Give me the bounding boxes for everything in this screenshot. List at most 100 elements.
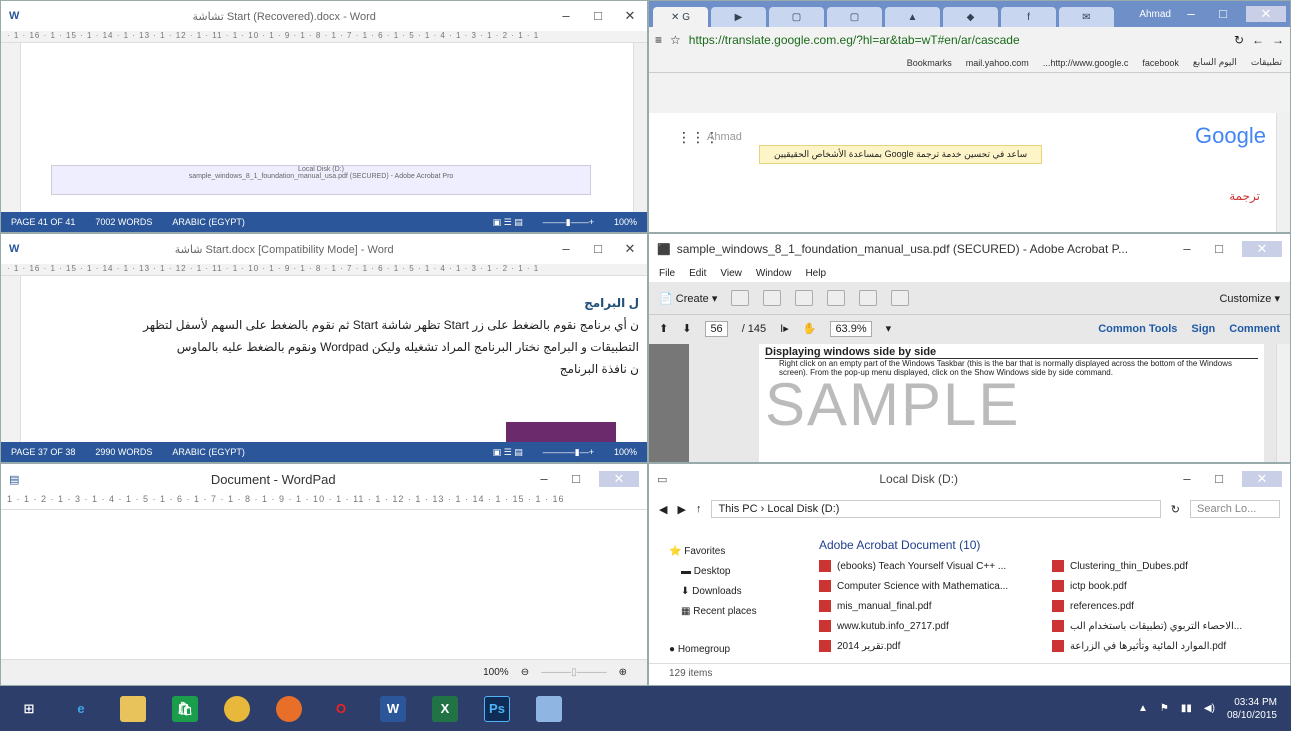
maximize-icon[interactable]: □ <box>589 241 607 257</box>
address-path[interactable]: This PC › Local Disk (D:) <box>711 500 1161 518</box>
close-icon[interactable]: ✕ <box>1242 241 1282 257</box>
search-box[interactable]: Search Lo... <box>1190 500 1280 518</box>
account-name[interactable]: Ahmad <box>707 131 742 143</box>
menu-help[interactable]: Help <box>805 268 826 279</box>
select-tool-icon[interactable]: I▸ <box>780 322 789 335</box>
bookmark[interactable]: Bookmarks <box>907 58 952 68</box>
hand-tool-icon[interactable]: ✋ <box>803 322 817 335</box>
file-item[interactable]: (ebooks) Teach Yourself Visual C++ ... <box>819 556 1032 576</box>
vertical-scrollbar[interactable] <box>633 43 647 212</box>
next-page-icon[interactable]: ⬇ <box>682 322 691 335</box>
minimize-icon[interactable]: – <box>557 8 575 24</box>
bookmark[interactable]: mail.yahoo.com <box>966 58 1029 68</box>
network-icon[interactable]: ▮▮ <box>1181 703 1192 714</box>
save-icon[interactable] <box>763 290 782 306</box>
nav-recent[interactable]: ▦ Recent places <box>669 602 799 622</box>
taskbar-chrome[interactable] <box>214 689 260 729</box>
email-icon[interactable] <box>891 290 910 306</box>
flag-icon[interactable]: ⚑ <box>1160 703 1169 714</box>
page-count[interactable]: PAGE 37 OF 38 <box>11 447 75 457</box>
start-button[interactable]: ⊞ <box>6 689 52 729</box>
file-item[interactable]: mis_manual_final.pdf <box>819 596 1032 616</box>
taskbar-paint[interactable] <box>526 689 572 729</box>
zoom-level[interactable]: 100% <box>614 447 637 457</box>
file-item[interactable]: references.pdf <box>1052 596 1270 616</box>
customize-button[interactable]: Customize ▾ <box>1219 292 1280 305</box>
star-icon[interactable]: ☆ <box>670 33 681 47</box>
minimize-icon[interactable]: – <box>1178 471 1196 487</box>
clock[interactable]: 03:34 PM 08/10/2015 <box>1227 696 1277 722</box>
taskbar-word[interactable]: W <box>370 689 416 729</box>
cloud-icon[interactable] <box>795 290 814 306</box>
close-icon[interactable]: ✕ <box>599 471 639 487</box>
zoom-slider[interactable]: –——▮——+ <box>543 217 594 228</box>
minimize-icon[interactable]: – <box>1178 241 1196 257</box>
group-header[interactable]: Adobe Acrobat Document (10) <box>819 538 1270 552</box>
file-item[interactable]: الاحصاء التربوي (تطبيقات باستخدام الب... <box>1052 616 1270 636</box>
forward-icon[interactable]: ▶ <box>677 503 685 516</box>
taskbar-explorer[interactable] <box>110 689 156 729</box>
bookmark[interactable]: تطبيقات <box>1251 57 1282 68</box>
up-icon[interactable]: ↑ <box>696 503 702 515</box>
taskbar-excel[interactable]: X <box>422 689 468 729</box>
browser-tab[interactable]: f <box>1001 7 1056 27</box>
maximize-icon[interactable]: □ <box>1214 6 1232 22</box>
acrobat-window[interactable]: ⬛ sample_windows_8_1_foundation_manual_us… <box>648 233 1291 463</box>
word-window-2[interactable]: W شاشة Start.docx [Compatibility Mode] - … <box>0 233 648 463</box>
file-item[interactable]: ictp book.pdf <box>1052 576 1270 596</box>
maximize-icon[interactable]: □ <box>589 8 607 24</box>
minimize-icon[interactable]: – <box>1182 6 1200 22</box>
print-icon[interactable] <box>827 290 846 306</box>
view-icons[interactable]: ▣ ☰ ▤ <box>493 447 523 458</box>
menu-window[interactable]: Window <box>756 268 792 279</box>
zoom-slider[interactable]: ———▯——— <box>541 667 607 678</box>
page-input[interactable]: 56 <box>705 320 728 337</box>
maximize-icon[interactable]: □ <box>1210 241 1228 257</box>
document-body[interactable]: ل البرامج ن أي برنامج نقوم بالضغط على زر… <box>27 292 639 380</box>
minimize-icon[interactable]: – <box>535 471 553 487</box>
bookmark[interactable]: http://www.google.c... <box>1043 58 1129 68</box>
back-icon[interactable]: ◀ <box>659 503 667 516</box>
prev-page-icon[interactable]: ⬆ <box>659 322 668 335</box>
refresh-icon[interactable]: ↻ <box>1171 503 1180 516</box>
comment-button[interactable]: Comment <box>1229 323 1280 335</box>
file-item[interactable]: Clustering_thin_Dubes.pdf <box>1052 556 1270 576</box>
vertical-scrollbar[interactable] <box>1276 344 1290 462</box>
taskbar-store[interactable]: 🛍 <box>162 689 208 729</box>
browser-tab[interactable]: ▶ <box>711 7 766 27</box>
maximize-icon[interactable]: □ <box>1210 471 1228 487</box>
view-icons[interactable]: ▣ ☰ ▤ <box>493 217 523 228</box>
zoom-slider[interactable]: –———▮—+ <box>543 447 594 458</box>
menu-edit[interactable]: Edit <box>689 268 706 279</box>
taskbar-opera[interactable]: O <box>318 689 364 729</box>
file-item[interactable]: الموارد المائية وتأثيرها في الزراعة.pdf <box>1052 636 1270 656</box>
sign-button[interactable]: Sign <box>1191 323 1215 335</box>
browser-tab[interactable]: ▲ <box>885 7 940 27</box>
forward-icon[interactable]: → <box>1272 33 1284 47</box>
profile-name[interactable]: Ahmad <box>1139 9 1171 20</box>
nav-homegroup[interactable]: ● Homegroup <box>669 640 799 660</box>
language[interactable]: ARABIC (EGYPT) <box>172 217 245 227</box>
zoom-level[interactable]: 100% <box>614 217 637 227</box>
nav-desktop[interactable]: ▬ Desktop <box>669 562 799 582</box>
chrome-window[interactable]: ✕ G ▶ ▢ ▢ ▲ ◆ f ✉ Ahmad – □ ✕ ≡ ☆ https://tr… <box>648 0 1291 233</box>
word-count[interactable]: 2990 WORDS <box>95 447 152 457</box>
browser-tab[interactable]: ◆ <box>943 7 998 27</box>
word-count[interactable]: 7002 WORDS <box>95 217 152 227</box>
create-button[interactable]: 📄 Create ▾ <box>659 292 717 305</box>
explorer-window[interactable]: ▭ Local Disk (D:) – □ ✕ ◀ ▶ ↑ This PC › Local … <box>648 463 1291 686</box>
browser-tab[interactable]: ▢ <box>827 7 882 27</box>
volume-icon[interactable]: ◀) <box>1204 703 1215 714</box>
nav-downloads[interactable]: ⬇ Downloads <box>669 582 799 602</box>
taskbar-ie[interactable]: e <box>58 689 104 729</box>
menu-file[interactable]: File <box>659 268 675 279</box>
back-icon[interactable]: ← <box>1252 33 1264 47</box>
bookmark[interactable]: facebook <box>1142 58 1179 68</box>
close-icon[interactable]: ✕ <box>1246 6 1286 22</box>
open-icon[interactable] <box>731 290 750 306</box>
common-tools-button[interactable]: Common Tools <box>1098 323 1177 335</box>
nav-favorites[interactable]: ⭐ Favorites <box>669 542 799 562</box>
edit-icon[interactable] <box>859 290 878 306</box>
file-item[interactable]: www.kutub.info_2717.pdf <box>819 616 1032 636</box>
file-item[interactable]: Computer Science with Mathematica... <box>819 576 1032 596</box>
